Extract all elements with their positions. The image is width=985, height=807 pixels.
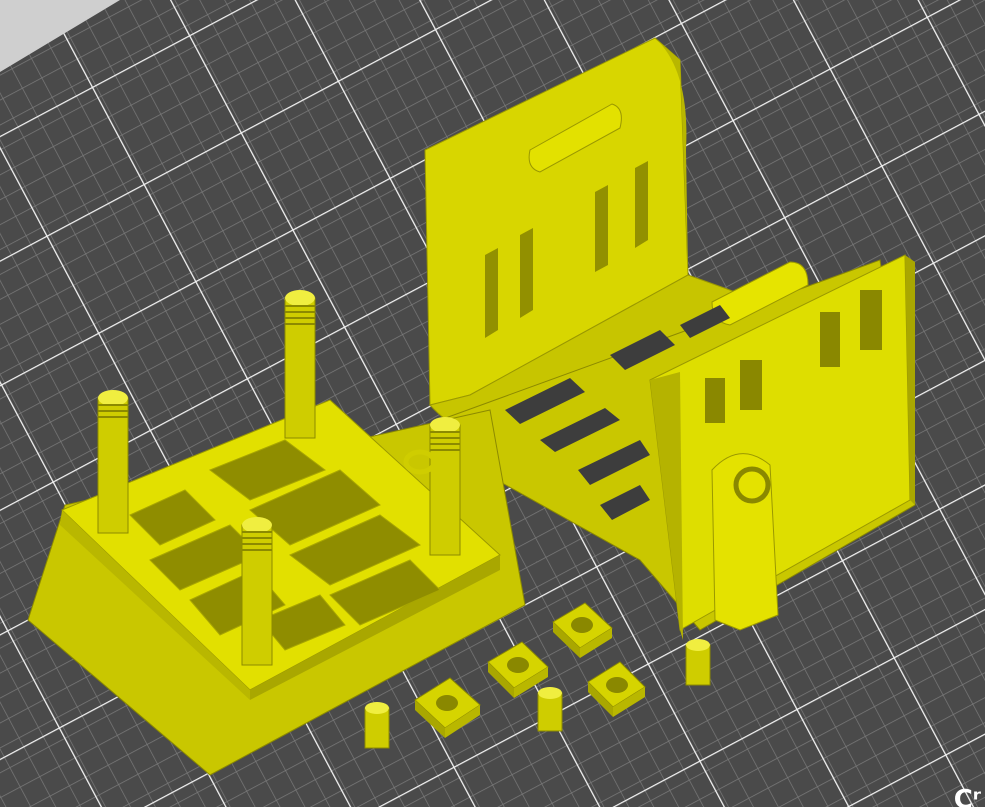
small-pin[interactable] (685, 639, 711, 686)
threaded-post (97, 390, 129, 534)
3d-preview-viewport[interactable]: Cʳ (0, 0, 985, 807)
threaded-post (241, 517, 273, 666)
threaded-post (284, 290, 316, 439)
small-pin[interactable] (364, 702, 390, 749)
small-pin[interactable] (537, 687, 563, 732)
threaded-post (429, 417, 461, 556)
build-plate-scene[interactable] (0, 0, 985, 807)
corner-label: Cʳ (953, 785, 981, 807)
